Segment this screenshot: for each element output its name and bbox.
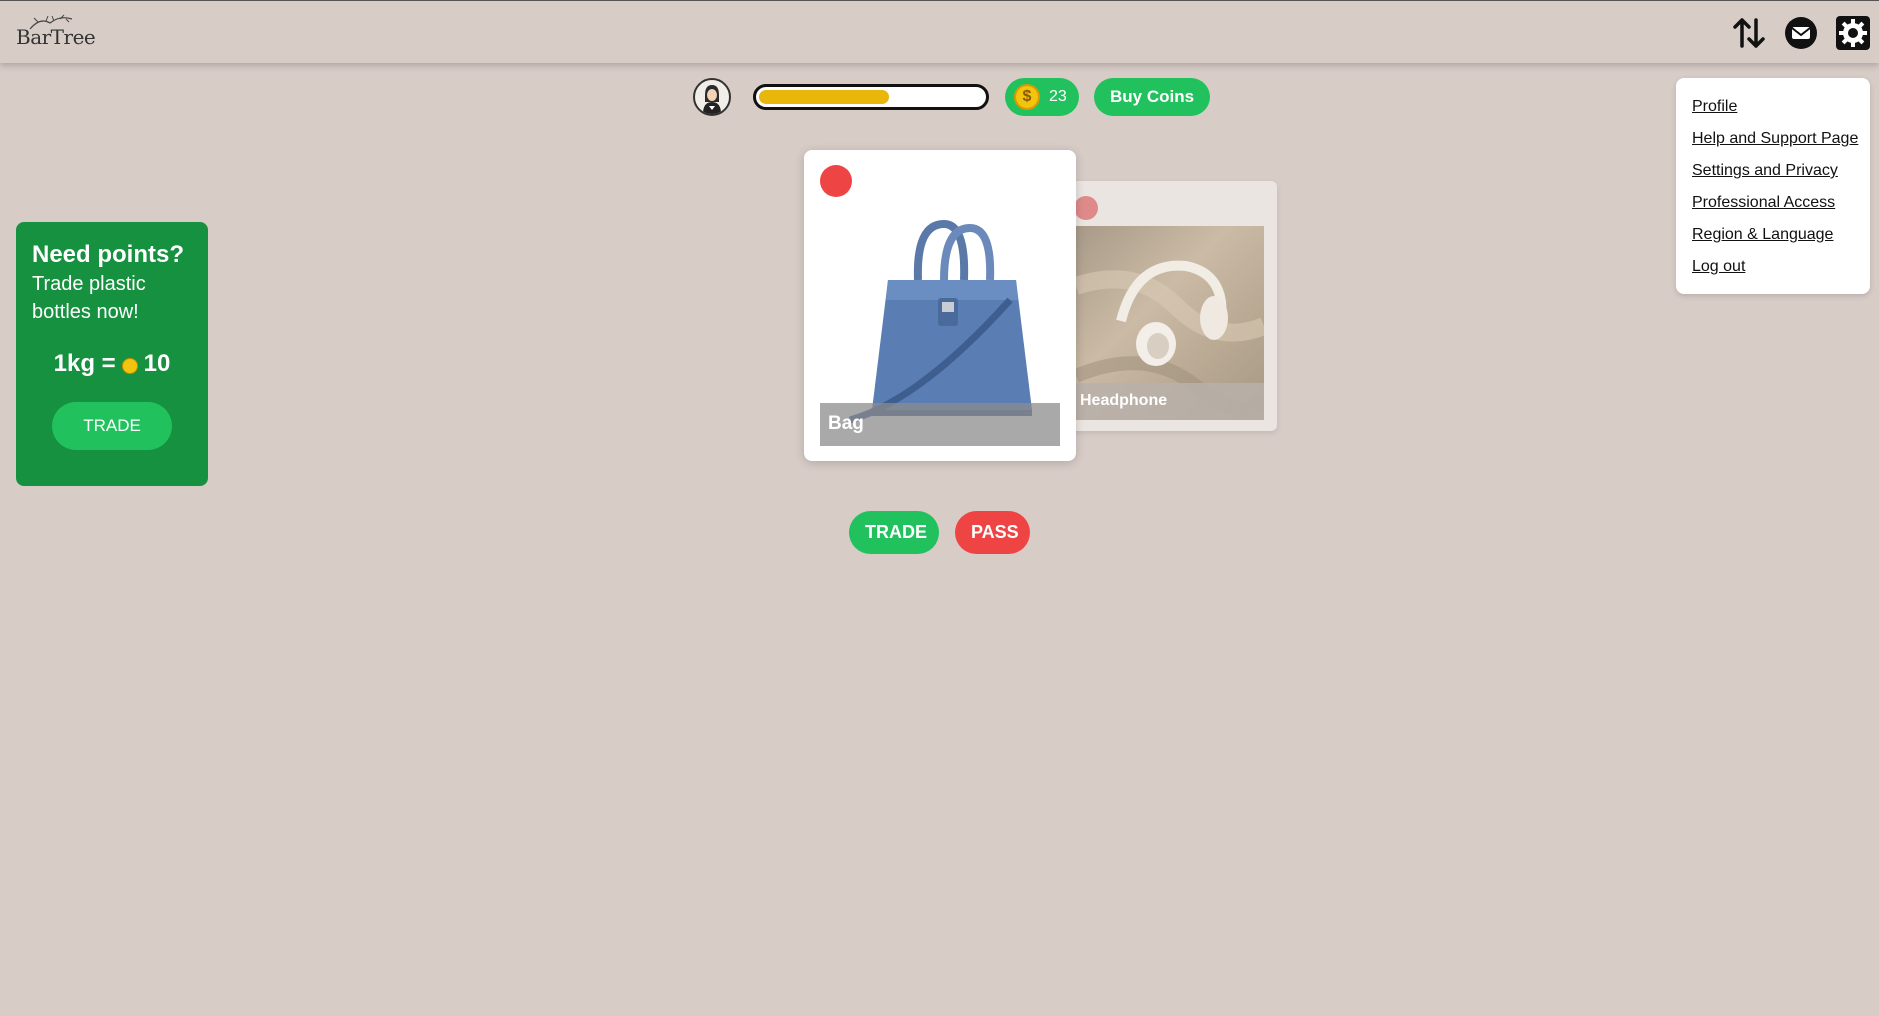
menu-item-profile[interactable]: Profile bbox=[1692, 98, 1737, 115]
item-card-bag[interactable]: Bag bbox=[804, 150, 1076, 461]
settings-menu: Profile Help and Support Page Settings a… bbox=[1676, 78, 1870, 294]
bartree-logo[interactable]: BarTree bbox=[16, 13, 96, 49]
card-label: Headphone bbox=[1076, 383, 1264, 420]
user-status-bar: $ 23 Buy Coins bbox=[690, 77, 1211, 117]
mail-icon[interactable] bbox=[1783, 15, 1819, 51]
promo-text: Trade plastic bottles now! bbox=[32, 273, 146, 323]
card-label: Bag bbox=[820, 403, 1060, 446]
promo-trade-button[interactable]: TRADE bbox=[52, 402, 172, 450]
menu-item-help-support[interactable]: Help and Support Page bbox=[1692, 130, 1858, 147]
promo-title: Need points? bbox=[32, 241, 185, 268]
status-dot bbox=[820, 165, 852, 197]
action-buttons: TRADE PASS bbox=[849, 511, 1030, 554]
progress-fill bbox=[759, 90, 889, 104]
coin-balance: $ 23 bbox=[1005, 78, 1079, 116]
status-dot bbox=[1074, 196, 1098, 220]
menu-item-region-language[interactable]: Region & Language bbox=[1692, 226, 1833, 243]
dollar-coin-icon: $ bbox=[1014, 84, 1040, 110]
logo-text: BarTree bbox=[16, 25, 96, 49]
trade-button[interactable]: TRADE bbox=[849, 511, 939, 554]
pass-button[interactable]: PASS bbox=[955, 511, 1030, 554]
exchange-rate: 1kg = 10 bbox=[32, 350, 192, 378]
top-icons bbox=[1731, 15, 1871, 51]
coin-icon bbox=[121, 358, 138, 374]
sort-arrows-icon[interactable] bbox=[1731, 15, 1767, 51]
gear-icon[interactable] bbox=[1835, 15, 1871, 51]
coin-count: 23 bbox=[1049, 88, 1067, 105]
menu-item-professional-access[interactable]: Professional Access bbox=[1692, 194, 1835, 211]
rate-right: 10 bbox=[143, 350, 171, 377]
buy-coins-button[interactable]: Buy Coins bbox=[1094, 78, 1211, 116]
promo-card: Need points? Trade plastic bottles now! … bbox=[16, 222, 208, 486]
points-progress-bar bbox=[753, 84, 989, 110]
top-bar: BarTree bbox=[0, 0, 1879, 63]
avatar-icon[interactable] bbox=[693, 78, 731, 116]
rate-left: 1kg = bbox=[53, 350, 116, 377]
menu-item-log-out[interactable]: Log out bbox=[1692, 258, 1745, 275]
menu-item-settings-privacy[interactable]: Settings and Privacy bbox=[1692, 162, 1838, 179]
